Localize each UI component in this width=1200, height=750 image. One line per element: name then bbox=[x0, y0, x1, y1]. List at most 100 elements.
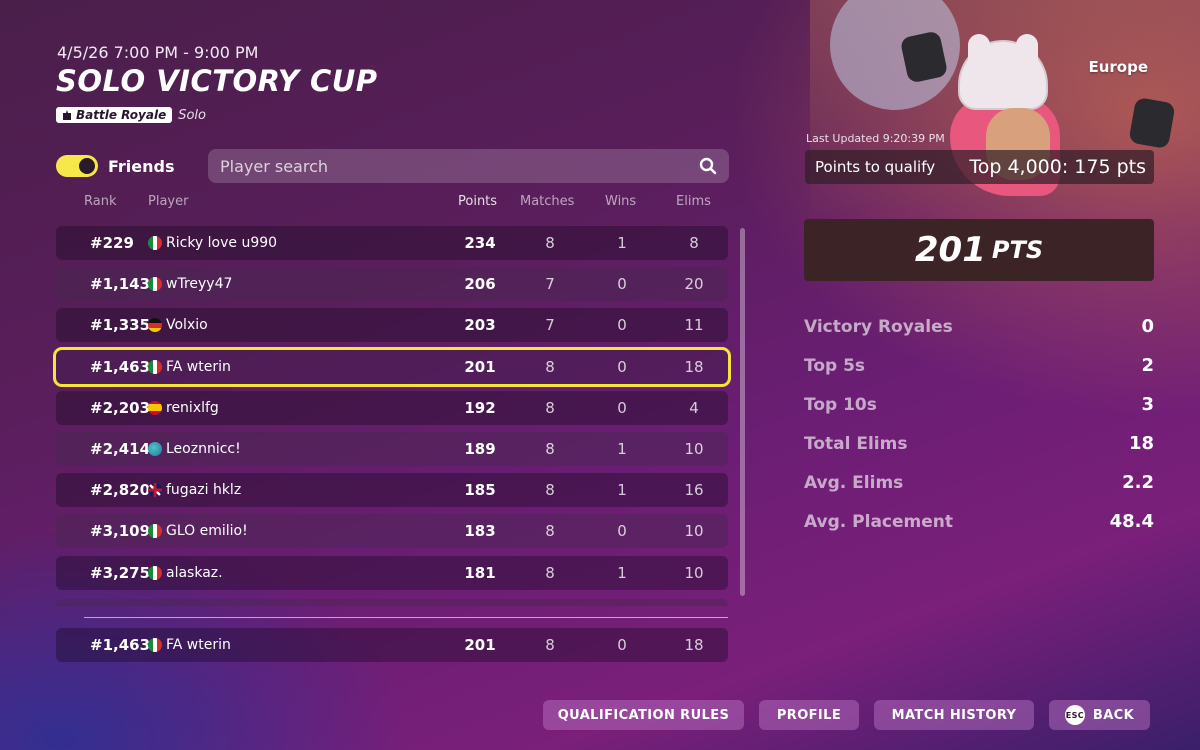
italy-flag-icon bbox=[148, 565, 162, 580]
italy-flag-icon bbox=[148, 359, 162, 374]
leaderboard-row[interactable]: #1,143 wTreyy47 206 7 0 20 bbox=[56, 267, 728, 302]
row-wins: 1 bbox=[617, 563, 627, 582]
row-matches: 8 bbox=[545, 481, 555, 500]
stat-label: Top 10s bbox=[804, 394, 877, 415]
total-points-box: 201 PTS bbox=[804, 219, 1154, 281]
row-rank: #2,820 bbox=[90, 481, 151, 500]
row-player: wTreyy47 bbox=[166, 276, 233, 293]
qualify-banner: Points to qualify Top 4,000: 175 pts bbox=[805, 150, 1154, 184]
toggle-switch[interactable] bbox=[56, 155, 98, 177]
italy-flag-icon bbox=[148, 236, 162, 250]
leaderboard-list[interactable]: #229 Ricky love u990 234 8 1 8 #1,143 wTreyy47 2… bbox=[53, 226, 731, 597]
stat-label: Avg. Placement bbox=[804, 511, 954, 532]
row-elims: 11 bbox=[684, 316, 704, 335]
row-matches: 8 bbox=[545, 563, 555, 582]
leaderboard-row[interactable]: #3,275 alaskaz. 181 8 1 10 bbox=[56, 555, 728, 590]
row-elims: 20 bbox=[684, 275, 704, 294]
profile-button[interactable]: PROFILE bbox=[759, 700, 859, 730]
stat-value: 18 bbox=[1128, 433, 1154, 454]
row-wins: 0 bbox=[617, 398, 627, 417]
row-player: FA wterin bbox=[166, 358, 231, 375]
row-wins: 1 bbox=[617, 439, 627, 458]
leaderboard-row[interactable]: #1,463 FA wterin 201 8 0 18 bbox=[53, 346, 731, 387]
total-points-unit: PTS bbox=[991, 236, 1044, 264]
leaderboard-row[interactable]: #2,820 fugazi hklz 185 8 1 16 bbox=[56, 473, 728, 508]
player-search-input[interactable] bbox=[220, 156, 699, 176]
stat-label: Victory Royales bbox=[804, 316, 953, 337]
artwork-glove-right bbox=[1128, 96, 1176, 150]
leaderboard-row[interactable]: #2,203 renixlfg 192 8 0 4 bbox=[56, 390, 728, 425]
leaderboard-scrollbar[interactable] bbox=[740, 228, 745, 596]
stat-value: 2 bbox=[1141, 355, 1154, 376]
my-rank-row[interactable]: #1,463 FA wterin 201 8 0 18 bbox=[56, 628, 728, 662]
row-points: 185 bbox=[464, 481, 496, 500]
row-rank: #2,414 bbox=[90, 439, 151, 458]
mode-label: Battle Royale bbox=[76, 108, 167, 122]
friends-toggle[interactable]: Friends bbox=[56, 155, 175, 177]
row-wins: 1 bbox=[617, 234, 627, 252]
row-elims: 18 bbox=[684, 357, 704, 376]
italy-flag-icon bbox=[148, 277, 162, 292]
mode-badge: Battle Royale bbox=[56, 107, 173, 123]
event-title: SOLO VICTORY CUP bbox=[56, 64, 378, 98]
leaderboard-row[interactable]: #1,463 FA wterin 201 8 0 18 bbox=[56, 628, 728, 662]
region-label: Europe bbox=[1088, 58, 1148, 76]
row-rank: #1,143 bbox=[90, 275, 151, 294]
row-rank: #1,463 bbox=[90, 357, 151, 376]
artwork-ear-left bbox=[968, 34, 990, 88]
row-rank: #3,275 bbox=[90, 563, 151, 582]
globe-flag-icon bbox=[148, 441, 162, 456]
qualify-label: Points to qualify bbox=[815, 158, 936, 176]
row-rank: #3,109 bbox=[90, 522, 151, 541]
row-player: renixlfg bbox=[166, 399, 219, 416]
qualification-rules-button[interactable]: QUALIFICATION RULES bbox=[543, 700, 744, 730]
row-matches: 8 bbox=[545, 636, 555, 654]
search-icon[interactable] bbox=[699, 157, 717, 175]
row-matches: 8 bbox=[545, 522, 555, 541]
row-matches: 8 bbox=[545, 398, 555, 417]
row-elims: 18 bbox=[684, 636, 704, 654]
stat-label: Top 5s bbox=[804, 355, 866, 376]
back-button[interactable]: ESC BACK bbox=[1049, 700, 1150, 730]
character-artwork bbox=[810, 0, 1200, 220]
row-elims: 4 bbox=[689, 398, 699, 417]
row-player: fugazi hklz bbox=[166, 482, 242, 499]
match-history-button[interactable]: MATCH HISTORY bbox=[874, 700, 1034, 730]
row-points: 203 bbox=[464, 316, 496, 335]
friends-label: Friends bbox=[108, 156, 175, 176]
col-matches: Matches bbox=[520, 194, 575, 209]
row-elims: 16 bbox=[684, 481, 704, 500]
row-matches: 7 bbox=[545, 316, 555, 335]
total-points-value: 201 bbox=[914, 230, 986, 270]
row-points: 181 bbox=[464, 563, 496, 582]
stat-value: 3 bbox=[1141, 394, 1154, 415]
leaderboard-row[interactable]: #3,109 GLO emilio! 183 8 0 10 bbox=[56, 514, 728, 549]
row-player: alaskaz. bbox=[166, 564, 223, 581]
row-rank: #1,335 bbox=[90, 316, 151, 335]
row-elims: 10 bbox=[684, 522, 704, 541]
event-datetime: 4/5/26 7:00 PM - 9:00 PM bbox=[57, 43, 259, 62]
row-matches: 8 bbox=[545, 234, 555, 252]
stat-row: Victory Royales 0 bbox=[804, 307, 1154, 346]
col-player: Player bbox=[148, 194, 189, 209]
artwork-bunny-hat bbox=[958, 34, 1048, 110]
stat-row: Avg. Elims 2.2 bbox=[804, 463, 1154, 502]
artwork-ear-right bbox=[1016, 34, 1038, 88]
row-points: 201 bbox=[464, 357, 496, 376]
leaderboard-row[interactable]: #229 Ricky love u990 234 8 1 8 bbox=[56, 226, 728, 260]
leaderboard-row[interactable]: #1,335 Volxio 203 7 0 11 bbox=[56, 308, 728, 343]
last-updated: Last Updated 9:20:39 PM bbox=[806, 132, 945, 145]
qualification-rules-label: QUALIFICATION RULES bbox=[557, 707, 730, 723]
row-player: FA wterin bbox=[166, 637, 231, 653]
esc-key-icon: ESC bbox=[1064, 705, 1085, 725]
submode-label: Solo bbox=[178, 107, 206, 123]
row-rank: #2,203 bbox=[90, 398, 151, 417]
leaderboard-row[interactable]: #2,414 Leoznnicc! 189 8 1 10 bbox=[56, 431, 728, 466]
row-wins: 0 bbox=[617, 636, 627, 654]
row-player: Leoznnicc! bbox=[166, 440, 241, 457]
germany-flag-icon bbox=[148, 318, 162, 333]
player-search-box[interactable] bbox=[208, 149, 729, 183]
row-rank: #229 bbox=[90, 234, 134, 252]
stat-value: 0 bbox=[1141, 316, 1154, 337]
leaderboard-divider bbox=[84, 617, 728, 618]
